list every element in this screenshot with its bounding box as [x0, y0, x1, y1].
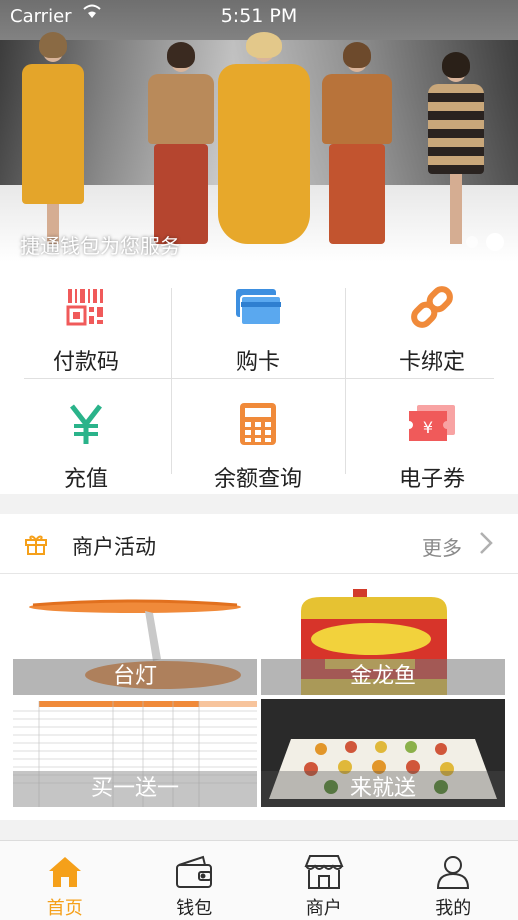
- activity-tile-lamp[interactable]: 台灯: [13, 575, 257, 695]
- tab-home[interactable]: 首页: [0, 841, 130, 920]
- tab-label: 首页: [46, 898, 83, 919]
- grid-item-label: 卡绑定: [398, 350, 465, 375]
- banner-caption: 捷通钱包为您服务: [20, 234, 180, 258]
- merchant-activity-header[interactable]: 商户活动 更多: [0, 514, 518, 574]
- tile-caption: 台灯: [13, 659, 257, 695]
- section-gap: [0, 494, 518, 514]
- tab-wallet[interactable]: 钱包: [130, 841, 260, 920]
- merchant-activity-tiles: 台灯 金龙鱼 买一送一 来就送: [0, 575, 518, 820]
- more-link[interactable]: 更多: [422, 532, 462, 561]
- wallet-icon: [174, 853, 214, 890]
- banner-model: [218, 32, 310, 244]
- function-grid: 付款码 购卡 卡绑定 充值 余额查询 ¥ 电子券: [0, 262, 518, 494]
- grid-item-card-binding[interactable]: 卡绑定: [346, 262, 518, 378]
- carousel-page-indicator[interactable]: [466, 233, 504, 251]
- grid-item-balance-query[interactable]: 余额查询: [172, 379, 344, 495]
- grid-item-buy-card[interactable]: 购卡: [172, 262, 344, 378]
- profile-icon: [433, 853, 473, 890]
- grid-item-recharge[interactable]: 充值: [0, 379, 172, 495]
- grid-item-e-coupon[interactable]: ¥ 电子券: [346, 379, 518, 495]
- status-time: 5:51 PM: [220, 5, 298, 27]
- grid-item-label: 充值: [63, 467, 108, 492]
- activity-tile-gift[interactable]: 来就送: [261, 699, 505, 807]
- tab-merchant[interactable]: 商户: [259, 841, 389, 920]
- link-icon: [407, 282, 457, 332]
- grid-item-label: 付款码: [52, 350, 119, 375]
- bottom-tab-bar: 首页 钱包 商户 我的: [0, 840, 518, 920]
- grid-item-payment-code[interactable]: 付款码: [0, 262, 172, 378]
- cards-icon: [233, 282, 283, 332]
- tile-caption: 金龙鱼: [261, 659, 505, 695]
- banner-carousel[interactable]: Carrier 5:51 PM 捷通钱包为您服务: [0, 0, 518, 262]
- banner-model: [428, 52, 484, 244]
- merchant-activity-title: 商户活动: [72, 535, 156, 559]
- qr-code-icon: [61, 282, 111, 332]
- banner-model: [22, 32, 84, 244]
- status-bar: Carrier 5:51 PM: [0, 0, 518, 34]
- section-gap: [0, 820, 518, 840]
- activity-tile-oil[interactable]: 金龙鱼: [261, 575, 505, 695]
- svg-text:¥: ¥: [423, 418, 433, 437]
- store-icon: [304, 853, 344, 890]
- tab-label: 我的: [435, 898, 472, 919]
- banner-model: [322, 42, 392, 244]
- carousel-dot-active[interactable]: [486, 233, 504, 251]
- yen-icon: [61, 399, 111, 449]
- tab-profile[interactable]: 我的: [389, 841, 518, 920]
- gift-icon: [24, 532, 48, 560]
- tile-caption: 来就送: [261, 771, 505, 807]
- grid-item-label: 余额查询: [213, 467, 302, 492]
- chevron-right-icon[interactable]: [478, 530, 494, 560]
- tab-label: 商户: [305, 898, 342, 919]
- tab-label: 钱包: [176, 898, 213, 919]
- activity-tile-bogo[interactable]: 买一送一: [13, 699, 257, 807]
- home-icon: [45, 853, 85, 890]
- carousel-dot[interactable]: [466, 236, 478, 248]
- grid-item-label: 电子券: [398, 467, 465, 492]
- grid-item-label: 购卡: [235, 350, 280, 375]
- tile-caption: 买一送一: [13, 771, 257, 807]
- coupon-icon: ¥: [407, 399, 457, 449]
- banner-model: [148, 42, 214, 244]
- calculator-icon: [233, 399, 283, 449]
